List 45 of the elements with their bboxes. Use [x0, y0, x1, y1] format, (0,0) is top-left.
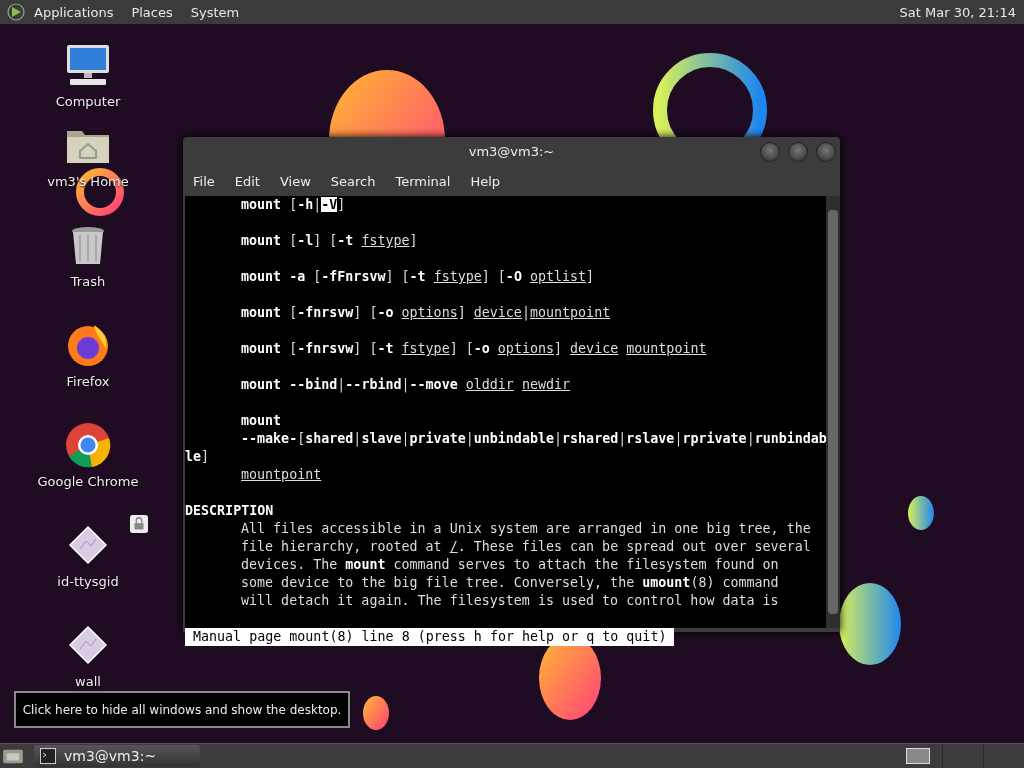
terminal-icon: [40, 748, 56, 764]
terminal-line: mount --bind|--rbind|--move olddir newdir: [240, 376, 572, 394]
terminal-line: mount [-l] [-t fstype]: [240, 232, 419, 250]
show-desktop-icon[interactable]: [2, 747, 24, 765]
scrollbar-thumb[interactable]: [828, 210, 838, 614]
menu-item[interactable]: Search: [330, 173, 376, 189]
menu-item[interactable]: View: [279, 173, 311, 189]
menu-item[interactable]: File: [193, 173, 215, 189]
window-title: vm3@vm3:~: [468, 144, 555, 159]
taskbar-button[interactable]: vm3@vm3:~: [34, 745, 200, 767]
terminal-line: devices. The mount command serves to attach the filesystem found on: [240, 556, 780, 574]
workspace-switcher[interactable]: [906, 748, 930, 764]
desktop-icon-label[interactable]: Trash: [70, 274, 106, 289]
terminal-line: --make-[shared|slave|private|unbindable|rshared|rslave|rprivate|runbindab: [240, 430, 826, 448]
terminal-line: some device to the big file tree. Conversely, the umount(8) command: [240, 574, 780, 592]
tooltip: Click here to hide all windows and show the desktop.: [14, 691, 350, 728]
terminal-line: mountpoint: [240, 466, 323, 484]
terminal-line: mount: [240, 412, 283, 430]
minimize-button[interactable]: [760, 142, 780, 162]
terminal-line: mount [-fnrsvw] [-o options] device|mountpoint: [240, 304, 612, 322]
terminal-line: mount -a [-fFnrsvw] [-t fstype] [-O optlist]: [240, 268, 596, 286]
terminal-line: will detach it again. The filesystem is used to control how data is: [240, 592, 780, 610]
panel-menu[interactable]: Applications: [34, 4, 114, 20]
desktop-icon-label[interactable]: id-ttysgid: [57, 574, 119, 589]
menu-item[interactable]: Edit: [234, 173, 260, 189]
terminal-line: DESCRIPTION: [185, 502, 275, 520]
terminal-line: All files accessible in a Unix system are arranged in one big tree, the: [240, 520, 812, 538]
clock[interactable]: Sat Mar 30, 21:14: [899, 4, 1016, 20]
desktop-icon-label[interactable]: Firefox: [66, 374, 110, 389]
terminal-line: file hierarchy, rooted at /. These files can be spread out over several: [240, 538, 812, 556]
desktop-icon-label[interactable]: Computer: [55, 94, 121, 109]
maximize-button[interactable]: [788, 142, 808, 162]
terminal-line: le]: [185, 448, 211, 466]
desktop-icon-label[interactable]: Google Chrome: [37, 474, 139, 489]
menu-logo-icon[interactable]: [6, 2, 26, 22]
panel-menu[interactable]: Places: [131, 4, 173, 20]
close-button[interactable]: [816, 142, 836, 162]
terminal-line: mount [-h|-V]: [240, 196, 347, 214]
menu-item[interactable]: Help: [470, 173, 501, 189]
desktop-icon-label[interactable]: wall: [75, 674, 101, 689]
scrollbar[interactable]: [826, 196, 840, 628]
terminal-line: mount [-fnrsvw] [-t fstype] [-o options] device mountpoint: [240, 340, 708, 358]
menu-item[interactable]: Terminal: [395, 173, 451, 189]
panel-menu[interactable]: System: [190, 4, 240, 20]
chrome-icon[interactable]: [64, 421, 112, 469]
